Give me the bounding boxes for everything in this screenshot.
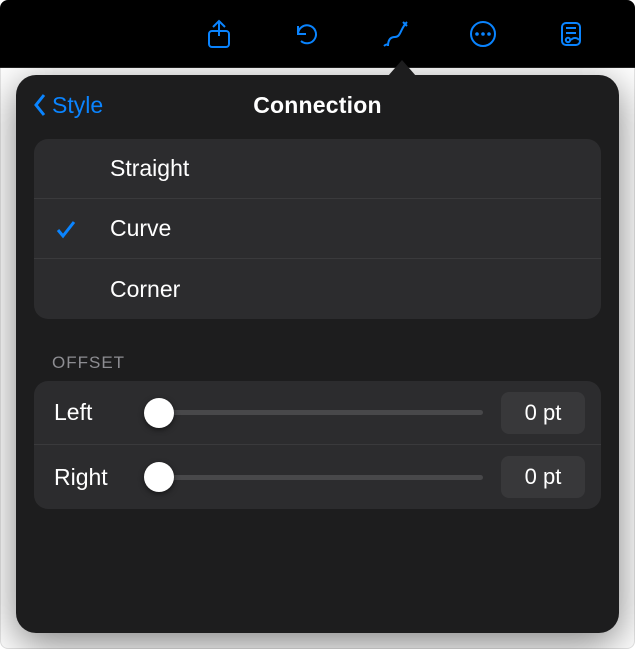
option-label: Corner: [110, 276, 180, 303]
offset-left-value[interactable]: 0 pt: [501, 392, 585, 434]
offset-left-slider[interactable]: [144, 398, 483, 428]
option-straight[interactable]: Straight: [34, 139, 601, 199]
offset-right-slider[interactable]: [144, 462, 483, 492]
offset-right-label: Right: [54, 464, 126, 491]
option-curve[interactable]: Curve: [34, 199, 601, 259]
offset-left-row: Left 0 pt: [34, 381, 601, 445]
slider-thumb[interactable]: [144, 462, 174, 492]
offset-right-row: Right 0 pt: [34, 445, 601, 509]
slider-track: [144, 475, 483, 480]
checkmark-icon: [54, 217, 110, 241]
offset-right-value[interactable]: 0 pt: [501, 456, 585, 498]
slider-thumb[interactable]: [144, 398, 174, 428]
format-icon[interactable]: [375, 14, 415, 54]
back-label: Style: [52, 92, 103, 119]
toolbar: [0, 0, 635, 68]
option-label: Straight: [110, 155, 189, 182]
offset-card: Left 0 pt Right 0 pt: [34, 381, 601, 509]
popover-arrow: [388, 60, 416, 76]
popover-title: Connection: [253, 92, 382, 119]
undo-icon[interactable]: [287, 14, 327, 54]
app-frame: Style Connection Straight Curve Corner O…: [0, 0, 635, 649]
slider-track: [144, 410, 483, 415]
offset-left-label: Left: [54, 399, 126, 426]
more-icon[interactable]: [463, 14, 503, 54]
popover-header: Style Connection: [16, 75, 619, 135]
share-icon[interactable]: [199, 14, 239, 54]
offset-section-header: OFFSET: [52, 353, 583, 373]
chevron-left-icon: [32, 92, 48, 118]
connection-popover: Style Connection Straight Curve Corner O…: [16, 75, 619, 633]
connection-type-list: Straight Curve Corner: [34, 139, 601, 319]
back-button[interactable]: Style: [32, 75, 103, 135]
option-corner[interactable]: Corner: [34, 259, 601, 319]
presenter-icon[interactable]: [551, 14, 591, 54]
option-label: Curve: [110, 215, 171, 242]
